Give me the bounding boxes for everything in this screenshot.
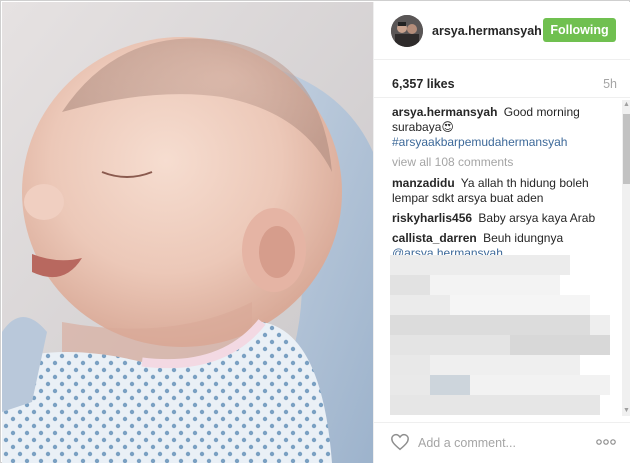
comment-item: manzadidu Ya allah th hidung boleh lempa… (392, 176, 612, 206)
caption-username[interactable]: arsya.hermansyah (392, 105, 497, 119)
post-stats: 6,357 likes 5h (374, 60, 630, 98)
blur-block (390, 255, 570, 275)
baby-photo-image (2, 2, 373, 463)
scroll-thumb[interactable] (623, 114, 630, 184)
following-button[interactable]: Following (543, 18, 616, 42)
comments-scrollbar[interactable]: ▲ ▼ (622, 100, 630, 416)
caption-hashtag[interactable]: #arsyaakbarpemudahermansyah (392, 135, 567, 149)
blur-block (430, 355, 580, 375)
post-header: arsya.hermansyah Following (374, 2, 630, 60)
caption: arsya.hermansyah Good morning surabaya😍 … (392, 105, 612, 150)
blur-block (510, 335, 610, 355)
comments-list: arsya.hermansyah Good morning surabaya😍 … (392, 105, 612, 266)
blur-block (390, 375, 430, 395)
blur-block (430, 375, 470, 395)
comment-username[interactable]: manzadidu (392, 176, 455, 190)
comment-text: Beuh idungnya (483, 231, 564, 245)
post-modal: arsya.hermansyah Following 6,357 likes 5… (0, 0, 630, 463)
comment-item: riskyharlis456 Baby arsya kaya Arab (392, 211, 612, 226)
blur-block (390, 335, 510, 355)
heart-icon[interactable] (390, 433, 410, 451)
add-comment-input[interactable] (418, 432, 588, 454)
likes-count[interactable]: 6,357 likes (392, 77, 455, 91)
comment-username[interactable]: riskyharlis456 (392, 211, 472, 225)
blur-block (390, 395, 600, 415)
post-sidebar: arsya.hermansyah Following 6,357 likes 5… (373, 2, 630, 463)
blur-block (390, 275, 430, 295)
post-timestamp[interactable]: 5h (603, 77, 617, 91)
pixelated-comments (390, 255, 620, 415)
blur-block (470, 375, 610, 395)
blur-block (450, 295, 590, 315)
blur-block (390, 315, 590, 335)
blur-block (430, 275, 560, 295)
more-options-icon[interactable] (595, 435, 617, 449)
scroll-down-arrow-icon[interactable]: ▼ (622, 406, 630, 416)
comment-text: Baby arsya kaya Arab (478, 211, 596, 225)
post-photo[interactable] (2, 2, 373, 463)
avatar[interactable] (391, 15, 423, 47)
blur-block (390, 355, 430, 375)
view-all-comments-link[interactable]: view all 108 comments (392, 155, 612, 170)
post-footer (374, 422, 630, 463)
avatar-photo-icon (391, 15, 423, 47)
blur-block (590, 315, 610, 335)
blur-block (390, 295, 450, 315)
comment-username[interactable]: callista_darren (392, 231, 477, 245)
scroll-up-arrow-icon[interactable]: ▲ (622, 100, 630, 110)
post-author-username[interactable]: arsya.hermansyah (432, 24, 542, 38)
